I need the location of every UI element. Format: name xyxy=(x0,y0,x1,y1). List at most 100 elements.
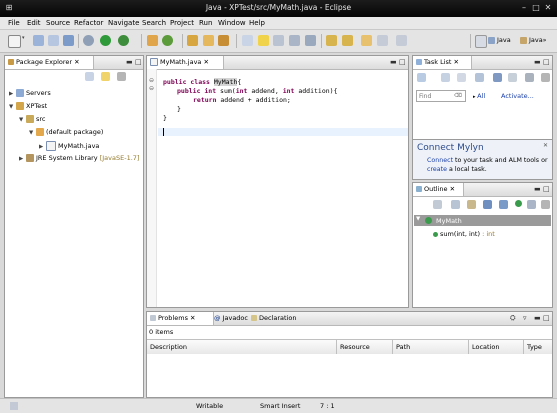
hide-completed-icon[interactable] xyxy=(493,73,502,82)
tree-item-jre[interactable]: ▶ JRE System Library [JavaSE-1.7] xyxy=(19,154,139,164)
minimize-view-icon[interactable]: ▬ xyxy=(126,58,133,67)
mark-occurrences-icon[interactable] xyxy=(258,35,269,46)
code-line-4[interactable]: } xyxy=(177,105,181,114)
column-path[interactable]: Path xyxy=(393,340,469,354)
link-icon[interactable] xyxy=(527,200,536,209)
tab-outline[interactable]: Outline ✕ xyxy=(413,183,464,196)
maximize-view-icon[interactable]: □ xyxy=(543,185,550,194)
tree-item-project[interactable]: ▼ XPTest xyxy=(9,102,47,112)
tab-package-explorer[interactable]: Package Explorer ✕ xyxy=(5,56,94,69)
close-tab-icon[interactable]: ✕ xyxy=(454,58,459,66)
fold-icon[interactable]: ⊖ xyxy=(149,85,154,92)
fast-view-icon[interactable] xyxy=(10,402,18,410)
save-all-icon[interactable] xyxy=(48,35,59,46)
tab-problems[interactable]: Problems ✕ xyxy=(147,312,214,325)
show-whitespace-icon[interactable] xyxy=(289,35,300,46)
minimize-view-icon[interactable]: ▬ xyxy=(390,58,397,67)
javaee-perspective-button[interactable]: Java» xyxy=(520,36,556,48)
search-icon[interactable] xyxy=(218,35,229,46)
outline-selected-row[interactable]: ▼ MyMath xyxy=(414,215,551,226)
tab-mymath-java[interactable]: MyMath.java ✕ xyxy=(147,56,224,69)
tab-declaration[interactable]: Declaration xyxy=(248,312,299,325)
code-line-2[interactable]: public int sum(int addend, int addition)… xyxy=(177,87,337,96)
menu-window[interactable]: Window xyxy=(218,19,246,27)
maximize-view-icon[interactable]: □ xyxy=(135,58,142,67)
hide-nonpublic-icon[interactable] xyxy=(499,200,508,209)
focus-icon[interactable] xyxy=(475,73,484,82)
sync-icon[interactable] xyxy=(525,73,534,82)
open-resource-icon[interactable] xyxy=(203,35,214,46)
clear-search-icon[interactable]: ⌫ xyxy=(454,93,462,99)
code-line-3[interactable]: return addend + addition; xyxy=(193,96,291,105)
next-annotation-icon[interactable] xyxy=(326,35,337,46)
open-perspective-icon[interactable] xyxy=(475,35,487,48)
minimize-view-icon[interactable]: ▬ xyxy=(534,58,541,67)
window-menu-icon[interactable]: ⊞ xyxy=(4,3,14,13)
last-edit-icon[interactable] xyxy=(361,35,372,46)
column-resource[interactable]: Resource xyxy=(337,340,393,354)
new-dropdown-icon[interactable]: ▾ xyxy=(22,35,27,46)
menu-search[interactable]: Search xyxy=(142,19,166,27)
block-selection-icon[interactable] xyxy=(273,35,284,46)
close-tab-icon[interactable]: ✕ xyxy=(190,314,195,322)
previous-annotation-icon[interactable] xyxy=(342,35,353,46)
back-icon[interactable] xyxy=(377,35,388,46)
filter-icon[interactable]: ⛭ xyxy=(510,314,516,323)
link-with-editor-icon[interactable] xyxy=(101,72,110,81)
forward-icon[interactable] xyxy=(396,35,407,46)
minimize-icon[interactable]: – xyxy=(519,3,529,13)
tab-task-list[interactable]: Task List ✕ xyxy=(413,56,472,69)
maximize-icon[interactable]: □ xyxy=(531,3,541,13)
toggle-ant-icon[interactable] xyxy=(242,35,253,46)
menu-project[interactable]: Project xyxy=(170,19,194,27)
menu-edit[interactable]: Edit xyxy=(27,19,41,27)
minimize-view-icon[interactable]: ▬ xyxy=(534,314,541,323)
toggle-breadcrumb-icon[interactable] xyxy=(305,35,316,46)
open-type-icon[interactable] xyxy=(187,35,198,46)
save-icon[interactable] xyxy=(33,35,44,46)
tree-item-servers[interactable]: ▶ Servers xyxy=(9,89,51,99)
close-tab-icon[interactable]: ✕ xyxy=(203,58,208,66)
hide-static-icon[interactable] xyxy=(483,200,492,209)
view-menu-icon[interactable]: ▿ xyxy=(523,314,527,323)
tree-item-src[interactable]: ▼ src xyxy=(19,115,46,125)
new-project-icon[interactable] xyxy=(147,35,158,46)
maximize-view-icon[interactable]: □ xyxy=(399,58,406,67)
tree-item-default-package[interactable]: ▼ (default package) xyxy=(29,128,103,138)
menu-file[interactable]: File xyxy=(8,19,20,27)
run-external-icon[interactable] xyxy=(118,35,129,46)
new-class-icon[interactable] xyxy=(162,35,173,46)
expand-icon[interactable]: ▶ xyxy=(9,90,16,99)
column-location[interactable]: Location xyxy=(469,340,524,354)
all-filter-link[interactable]: ▸ All xyxy=(473,92,485,100)
fold-icon[interactable]: ⊖ xyxy=(149,77,154,84)
collapse-all-icon[interactable] xyxy=(433,200,442,209)
column-type[interactable]: Type xyxy=(524,340,552,354)
sort-icon[interactable] xyxy=(451,200,460,209)
menu-source[interactable]: Source xyxy=(46,19,70,27)
collapse-icon[interactable]: ▼ xyxy=(29,129,36,138)
expand-icon[interactable]: ▶ xyxy=(19,155,26,164)
code-line-1[interactable]: public class MyMath{ xyxy=(163,78,241,87)
hide-fields-icon[interactable] xyxy=(467,200,476,209)
menu-run[interactable]: Run xyxy=(199,19,212,27)
print-icon[interactable] xyxy=(63,35,74,46)
new-task-icon[interactable] xyxy=(417,73,426,82)
expand-icon[interactable]: ▶ xyxy=(39,143,46,152)
menu-help[interactable]: Help xyxy=(249,19,265,27)
minimize-view-icon[interactable]: ▬ xyxy=(534,185,541,194)
new-icon[interactable] xyxy=(8,35,21,48)
code-line-5[interactable]: } xyxy=(163,114,167,123)
debug-icon[interactable] xyxy=(83,35,94,46)
view-menu-icon[interactable] xyxy=(541,200,550,209)
activate-link[interactable]: Activate... xyxy=(501,92,534,100)
maximize-view-icon[interactable]: □ xyxy=(543,58,550,67)
close-tab-icon[interactable]: ✕ xyxy=(74,58,79,66)
menu-refactor[interactable]: Refactor xyxy=(74,19,103,27)
maximize-view-icon[interactable]: □ xyxy=(543,314,550,323)
tab-javadoc[interactable]: @ Javadoc xyxy=(211,312,251,325)
scheduled-icon[interactable] xyxy=(457,73,466,82)
outline-method-item[interactable]: sum(int, int) : int xyxy=(433,230,495,238)
view-menu-icon[interactable] xyxy=(541,73,550,82)
java-perspective-button[interactable]: Java xyxy=(488,36,518,48)
